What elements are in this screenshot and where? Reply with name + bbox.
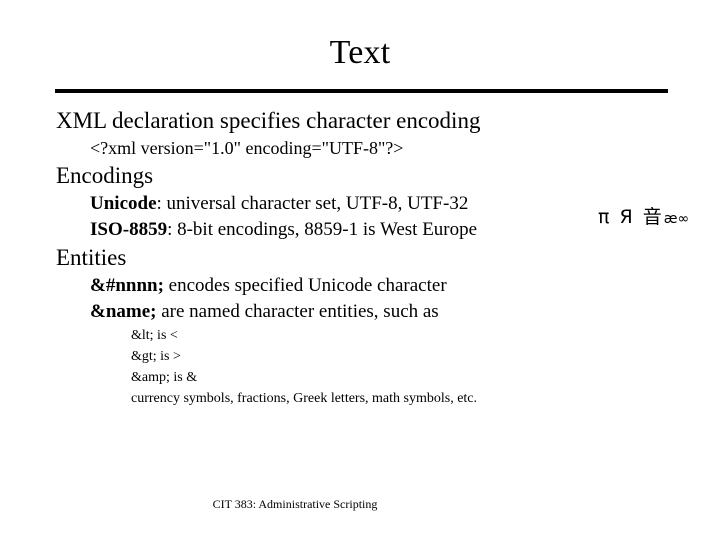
bullet-numeric-entity: &#nnnn; encodes specified Unicode charac… [90,273,720,299]
page-title: Text [329,34,391,71]
title-divider [55,89,668,93]
numeric-entity-text: encodes specified Unicode character [163,275,447,296]
glyph-large-set: π Я 音 [598,206,664,228]
named-entity-text: are named character entities, such as [156,301,439,322]
named-entity-label: &name; [90,301,157,322]
glyph-small-set: æ∞ [663,211,690,227]
example-gt: &gt; is > [131,349,181,364]
numeric-entity-label: &#nnnn; [90,275,164,296]
bullet-xml-declaration: XML declaration specifies character enco… [56,108,481,133]
bullet-named-entity: &name; are named character entities, suc… [90,299,720,325]
slide-footer: CIT 383: Administrative Scripting [0,496,720,512]
example-amp: &amp; is & [131,370,198,385]
slide-body: XML declaration specifies character enco… [0,106,720,409]
multilingual-glyph-decoration: π Я 音æ∞ [598,202,689,229]
example-other-symbols: currency symbols, fractions, Greek lette… [131,391,478,406]
iso-8859-text: : 8-bit encodings, 8859-1 is West Europe [167,219,478,240]
bullet-entities: Entities [56,245,127,270]
bullet-encodings: Encodings [56,163,154,188]
bullet-xml-declaration-code: <?xml version="1.0" encoding="UTF-8"?> [90,138,404,158]
example-lt: &lt; is < [131,328,178,343]
unicode-text: : universal character set, UTF-8, UTF-32 [156,193,469,214]
iso-8859-label: ISO-8859 [90,219,168,240]
unicode-label: Unicode [90,193,157,214]
footer-text: CIT 383: Administrative Scripting [212,497,378,511]
slide: Text XML declaration specifies character… [0,0,720,540]
